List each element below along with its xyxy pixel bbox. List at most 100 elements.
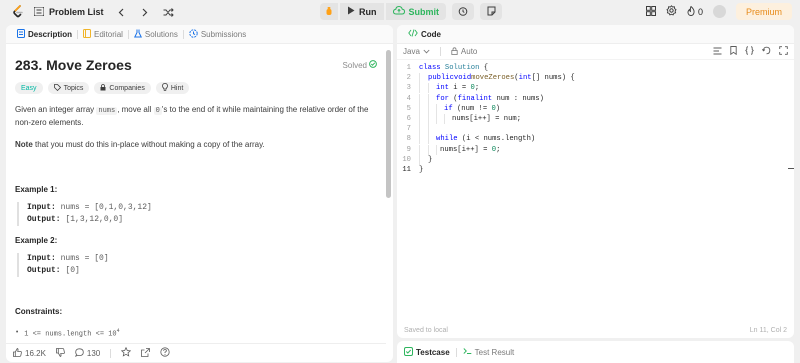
thumbs-up-icon [13,347,22,359]
tab-solutions[interactable]: Solutions [129,29,183,40]
thumbs-down-icon[interactable] [56,347,65,359]
star-icon[interactable] [121,346,132,359]
comment-count: 130 [86,348,101,358]
indent-guide [419,154,428,165]
shuffle-icon[interactable] [162,5,176,19]
code-token: nums[i++] = num; [452,115,522,124]
line-number: 2 [406,74,411,83]
code-token: moveZeroes [471,74,515,83]
line-number: 5 [406,104,411,113]
code-token: ; [474,84,480,93]
input-label: Input: [27,254,56,263]
description-footer: 16.2K 130 [6,343,386,362]
code-line: 7 [397,124,794,135]
like-button[interactable]: 16.2K [13,347,46,359]
output-value: [0] [60,266,80,275]
bookmark-icon[interactable] [730,46,737,57]
bug-icon [324,6,334,18]
auto-mode-toggle[interactable]: Auto [451,46,477,57]
tab-description[interactable]: Description [12,28,77,40]
code-token: nums[i++] = [440,145,492,154]
difficulty-label: Easy [21,84,37,92]
leetcode-logo-icon[interactable] [12,5,24,19]
problem-title[interactable]: 283. Move Zeroes [15,57,132,73]
streak-counter[interactable]: 0 [687,5,703,18]
editor-scroll-marker [788,168,794,169]
problem-list-label: Problem List [49,7,104,17]
companies-chip[interactable]: Companies [94,82,151,94]
hint-chip[interactable]: Hint [155,82,190,94]
lock-icon [451,46,458,57]
bullet-icon: • [15,329,20,338]
topics-chip[interactable]: Topics [47,82,90,94]
code-line: 6 nums[i++] = num; [397,114,794,125]
notes-button[interactable] [480,3,502,20]
save-status: Saved to local [404,327,448,334]
language-select[interactable]: Java [403,47,430,56]
indent-guide [428,83,436,94]
input-value: nums = [0,1,0,3,12] [55,203,152,212]
code-token: ) [495,104,501,113]
line-number: 1 [406,64,411,73]
indent-guide [428,103,436,114]
code-token: (num != [452,104,492,113]
comments-button[interactable]: 130 [74,347,101,359]
braces-icon[interactable] [745,46,754,57]
alarm-icon [458,6,468,18]
like-count: 16.2K [25,348,46,358]
code-token: int [436,84,449,93]
tab-test-result[interactable]: Test Result [463,347,515,357]
timer-button[interactable] [452,3,474,20]
debug-button[interactable] [320,3,338,20]
line-number: 8 [406,135,411,144]
tab-editorial[interactable]: Editorial [78,28,128,40]
line-number: 6 [406,115,411,124]
indent-guide [428,93,436,104]
problem-list-button[interactable]: Problem List [33,6,104,18]
layout-grid-icon[interactable] [645,5,656,18]
description-scrollbar[interactable] [386,50,391,198]
user-avatar[interactable] [712,5,726,18]
settings-gear-icon[interactable] [666,5,677,18]
code-token: } [419,165,424,174]
example-1-title: Example 1: [15,185,58,194]
note-icon [487,6,496,18]
code-token: final [457,94,480,103]
code-toolbar: Java Auto [397,44,794,60]
reset-icon[interactable] [761,46,771,57]
inline-code: nums [96,107,118,115]
fullscreen-icon[interactable] [779,46,788,57]
note-bold: Note [15,140,33,149]
line-number: 11 [402,165,411,174]
code-tab-bar: Code [397,25,794,44]
code-panel: Code Java Auto 1 class Solution { 2 public… [397,25,794,338]
format-lines-icon[interactable] [713,47,722,57]
indent-guide [419,144,428,155]
indent-guide [419,124,428,135]
tab-label: Test Result [474,347,515,357]
code-token: if [444,104,453,113]
code-editor[interactable]: 1 class Solution { 2 public void moveZeroe… [397,63,794,323]
prev-problem-icon[interactable] [114,5,128,19]
share-icon[interactable] [141,347,151,359]
premium-button[interactable]: Premium [735,3,792,20]
tab-code[interactable]: Code [403,29,446,39]
next-problem-icon[interactable] [138,5,152,19]
help-icon[interactable] [160,347,170,359]
book-icon [83,28,92,40]
run-button[interactable]: Run [340,3,384,20]
tab-submissions[interactable]: Submissions [184,28,251,40]
code-line: 4 for (final int num : nums) [397,93,794,104]
tab-testcase[interactable]: Testcase [404,346,450,358]
indent-guide [436,103,444,114]
tab-label: Testcase [416,347,450,357]
inline-code: 0 [153,107,162,115]
hint-label: Hint [170,84,184,92]
input-label: Input: [27,203,56,212]
topics-label: Topics [63,84,84,92]
tab-label: Solutions [144,29,178,39]
indent-guide [419,114,428,125]
checkbox-icon [404,346,413,358]
code-token: num : nums) [492,94,544,103]
submit-button[interactable]: Submit [385,3,446,20]
